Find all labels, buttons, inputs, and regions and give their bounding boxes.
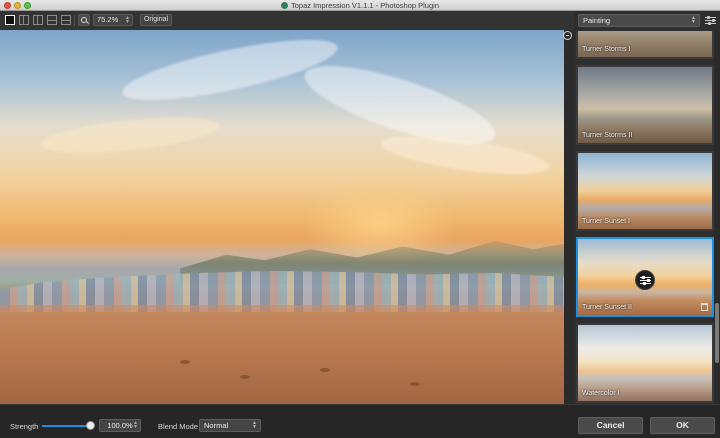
ok-button[interactable]: OK [650,417,715,434]
window-title-text: Topaz Impression V1.1.1 - Photoshop Plug… [290,1,439,10]
strength-field[interactable]: 100.0% ▲ ▼ [99,419,141,432]
strength-stepper-icon[interactable]: ▲ ▼ [133,421,138,430]
title-bar: Topaz Impression V1.1.1 - Photoshop Plug… [0,0,720,11]
category-value: Painting [583,16,611,25]
preset-scrollbar[interactable] [714,31,720,404]
preset-list: Turner Storms I Turner Storms II Turner … [574,31,714,404]
toolbar-divider [74,15,75,26]
zoom-field[interactable]: 75.2% ▲ ▼ [93,14,133,26]
preset-turner-sunset-1[interactable]: Turner Sunset I [576,151,714,231]
collapse-panel-icon[interactable] [563,31,572,40]
preset-label: Turner Storms I [582,46,631,53]
preset-label: Turner Sunset I [582,218,630,225]
strength-label: Strength [10,422,39,431]
preset-turner-storms-2[interactable]: Turner Storms II [576,65,714,145]
zoom-icon[interactable] [78,14,90,26]
strength-value: 100.0% [107,421,133,430]
bottom-bar: Strength 100.0% ▲ ▼ Blend Mode Normal ▲ ▼ … [0,404,720,438]
chevron-updown-icon: ▲ ▼ [691,15,696,25]
category-select[interactable]: Painting ▲ ▼ [578,14,700,27]
image-preview[interactable] [0,30,564,404]
topaz-logo-icon [280,2,288,9]
chevron-updown-icon: ▲ ▼ [252,420,257,430]
side-by-side-view-button[interactable] [33,15,43,25]
blend-mode-value: Normal [204,421,229,430]
zoom-value: 75.2% [97,15,119,24]
window-title: Topaz Impression V1.1.1 - Photoshop Plug… [0,1,720,10]
preset-label: Turner Sunset II [582,304,632,311]
split-view-button[interactable] [19,15,29,25]
beach-sand [0,305,564,404]
split-horizontal-view-button[interactable] [47,15,57,25]
adjustments-icon[interactable] [705,15,716,26]
footprint [180,360,190,364]
top-toolbar: 75.2% ▲ ▼ Original [0,11,574,30]
cloud-stroke [38,110,222,160]
preset-thumbnail [578,31,712,57]
preset-label: Turner Storms II [582,132,633,139]
footprint [410,382,420,386]
stacked-view-button[interactable] [61,15,71,25]
single-view-button[interactable] [5,15,15,25]
blend-mode-select[interactable]: Normal ▲ ▼ [199,419,261,432]
scrollbar-thumb[interactable] [715,303,719,363]
preset-panel: Painting ▲ ▼ Turner Storms I Turner Storm… [574,11,720,404]
footprint [320,368,330,372]
preset-turner-storms-1[interactable]: Turner Storms I [576,31,714,59]
preset-label: Watercolor I [582,390,620,397]
strength-slider-track[interactable] [42,425,92,427]
preset-turner-sunset-2[interactable]: Turner Sunset II [576,237,714,317]
zoom-stepper-icon[interactable]: ▲ ▼ [125,16,130,25]
trash-icon[interactable] [701,303,708,311]
footprint [240,375,250,379]
strength-slider-knob[interactable] [86,421,95,430]
blend-mode-label: Blend Mode [158,422,199,431]
adjust-preset-icon[interactable] [635,270,655,290]
cancel-button[interactable]: Cancel [578,417,643,434]
original-button[interactable]: Original [140,14,172,26]
preset-watercolor-1[interactable]: Watercolor I [576,323,714,403]
